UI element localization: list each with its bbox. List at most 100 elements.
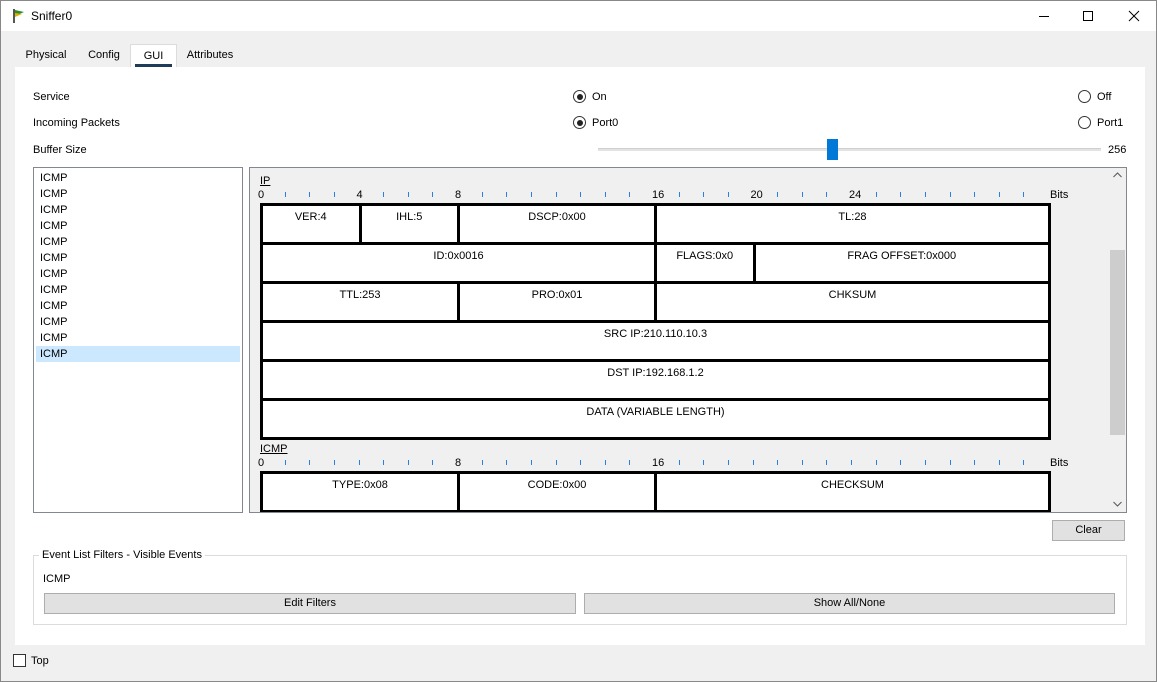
ruler-tick [629, 192, 631, 197]
ip_section-field[interactable]: VER:4 [260, 203, 362, 245]
edit-filters-button[interactable]: Edit Filters [44, 593, 576, 614]
ruler-tick [383, 460, 385, 465]
vertical-scrollbar[interactable] [1109, 168, 1126, 512]
event-filters-group [33, 555, 1127, 625]
ip_section-field[interactable]: DSCP:0x00 [457, 203, 657, 245]
ruler-label: 4 [356, 189, 363, 201]
scroll-up-icon[interactable] [1113, 172, 1122, 178]
port0-radio[interactable] [573, 116, 586, 129]
icmp_section-field[interactable] [260, 510, 657, 512]
minimize-icon [1039, 16, 1049, 17]
ruler-tick [604, 460, 606, 465]
tab-gui[interactable]: GUI [130, 44, 177, 67]
top-checkbox[interactable] [13, 654, 26, 667]
show-all-none-button[interactable]: Show All/None [584, 593, 1115, 614]
ip_section-section-title: IP [260, 175, 271, 187]
service-on-radio[interactable] [573, 90, 586, 103]
scrollbar-thumb[interactable] [1110, 250, 1125, 435]
tab-label: Physical [25, 49, 67, 61]
pdu-list-item[interactable]: ICMP [36, 346, 240, 362]
ruler-tick [875, 460, 877, 465]
ruler-tick [924, 192, 926, 197]
ruler-tick [383, 192, 385, 197]
ruler-tick [801, 460, 803, 465]
window-title: Sniffer0 [31, 9, 73, 23]
ruler-tick [703, 192, 705, 197]
icmp_section-field[interactable]: TYPE:0x08 [260, 471, 460, 512]
event-filters-legend: Event List Filters - Visible Events [39, 549, 205, 561]
ruler-tick [678, 460, 680, 465]
ruler-tick [900, 192, 902, 197]
pdu-items: ICMP ICMP ICMP ICMP ICMP ICMP ICMP ICMP ICMP ICMP… [34, 170, 242, 362]
ruler-tick [358, 460, 360, 465]
ip_section-field[interactable]: FLAGS:0x0 [654, 242, 756, 284]
tab-physical[interactable]: Physical [15, 44, 77, 67]
ruler-tick [333, 192, 335, 197]
ruler-tick [875, 192, 877, 197]
pdu-list-item[interactable]: ICMP [36, 202, 240, 218]
port1-label: Port1 [1097, 117, 1124, 129]
icmp_section-field[interactable]: CHECKSUM [654, 471, 1051, 512]
ruler-tick [801, 192, 803, 197]
buffer-size-slider[interactable] [598, 148, 1101, 151]
minimize-button[interactable] [1021, 1, 1067, 31]
clear-button[interactable]: Clear [1052, 520, 1125, 541]
tab-config[interactable]: Config [81, 44, 127, 67]
ip_section-field[interactable]: PRO:0x01 [457, 281, 657, 323]
ip_section-field[interactable]: TTL:253 [260, 281, 460, 323]
ruler-tick [506, 192, 508, 197]
ruler-tick [998, 192, 1000, 197]
ruler-tick [481, 192, 483, 197]
ip_section-field[interactable]: IHL:5 [358, 203, 460, 245]
icmp_section-field[interactable] [654, 510, 1051, 512]
ruler-label: 0 [258, 189, 265, 201]
ip_section-field[interactable]: CHKSUM [654, 281, 1051, 323]
close-button[interactable] [1111, 1, 1156, 31]
ruler-tick [851, 460, 852, 465]
pdu-list-item[interactable]: ICMP [36, 282, 240, 298]
ip_section-field[interactable]: FRAG OFFSET:0x000 [752, 242, 1051, 284]
ruler-tick [826, 460, 828, 465]
ruler-tick [309, 192, 311, 197]
pdu-list-item[interactable]: ICMP [36, 170, 240, 186]
pdu-list-item[interactable]: ICMP [36, 234, 240, 250]
pdu-list-item[interactable]: ICMP [36, 314, 240, 330]
pdu-list-item[interactable]: ICMP [36, 298, 240, 314]
pdu-list-item[interactable]: ICMP [36, 218, 240, 234]
ruler-tick [1023, 460, 1025, 465]
ruler-tick [777, 192, 779, 197]
ruler-tick [998, 460, 1000, 465]
ruler-tick [629, 460, 631, 465]
buffer-size-slider-thumb[interactable] [827, 139, 838, 160]
ip_section-field[interactable]: DATA (VARIABLE LENGTH) [260, 398, 1051, 440]
ruler-tick [974, 460, 976, 465]
ruler-label: 16 [652, 457, 665, 469]
pdu-list[interactable]: ICMP ICMP ICMP ICMP ICMP ICMP ICMP ICMP ICMP ICMP… [33, 167, 243, 513]
ip_section-field[interactable]: ID:0x0016 [260, 242, 657, 284]
ruler-tick [703, 460, 705, 465]
ruler-tick [777, 460, 779, 465]
ruler-tick [407, 192, 409, 197]
pdu-list-item[interactable]: ICMP [36, 250, 240, 266]
pdu-list-item[interactable]: ICMP [36, 266, 240, 282]
ip_section-field[interactable]: TL:28 [654, 203, 1051, 245]
ruler-tick [678, 192, 680, 197]
tab-attributes[interactable]: Attributes [177, 44, 243, 67]
port1-radio[interactable] [1078, 116, 1091, 129]
ruler-tick [727, 460, 729, 465]
ip_section-field[interactable]: SRC IP:210.110.10.3 [260, 320, 1051, 362]
ruler-tick [481, 460, 483, 465]
ruler-tick [333, 460, 335, 465]
incoming-packets-label: Incoming Packets [33, 117, 120, 129]
maximize-button[interactable] [1065, 1, 1111, 31]
ip_section-field[interactable]: DST IP:192.168.1.2 [260, 359, 1051, 401]
ruler-tick [974, 192, 976, 197]
pdu-list-item[interactable]: ICMP [36, 186, 240, 202]
service-off-radio[interactable] [1078, 90, 1091, 103]
scroll-down-icon[interactable] [1113, 501, 1122, 507]
buffer-size-value: 256 [1108, 144, 1127, 156]
ruler-label: 20 [750, 189, 763, 201]
icmp_section-field[interactable]: CODE:0x00 [457, 471, 657, 512]
title-bar: Sniffer0 [1, 1, 1156, 31]
pdu-list-item[interactable]: ICMP [36, 330, 240, 346]
